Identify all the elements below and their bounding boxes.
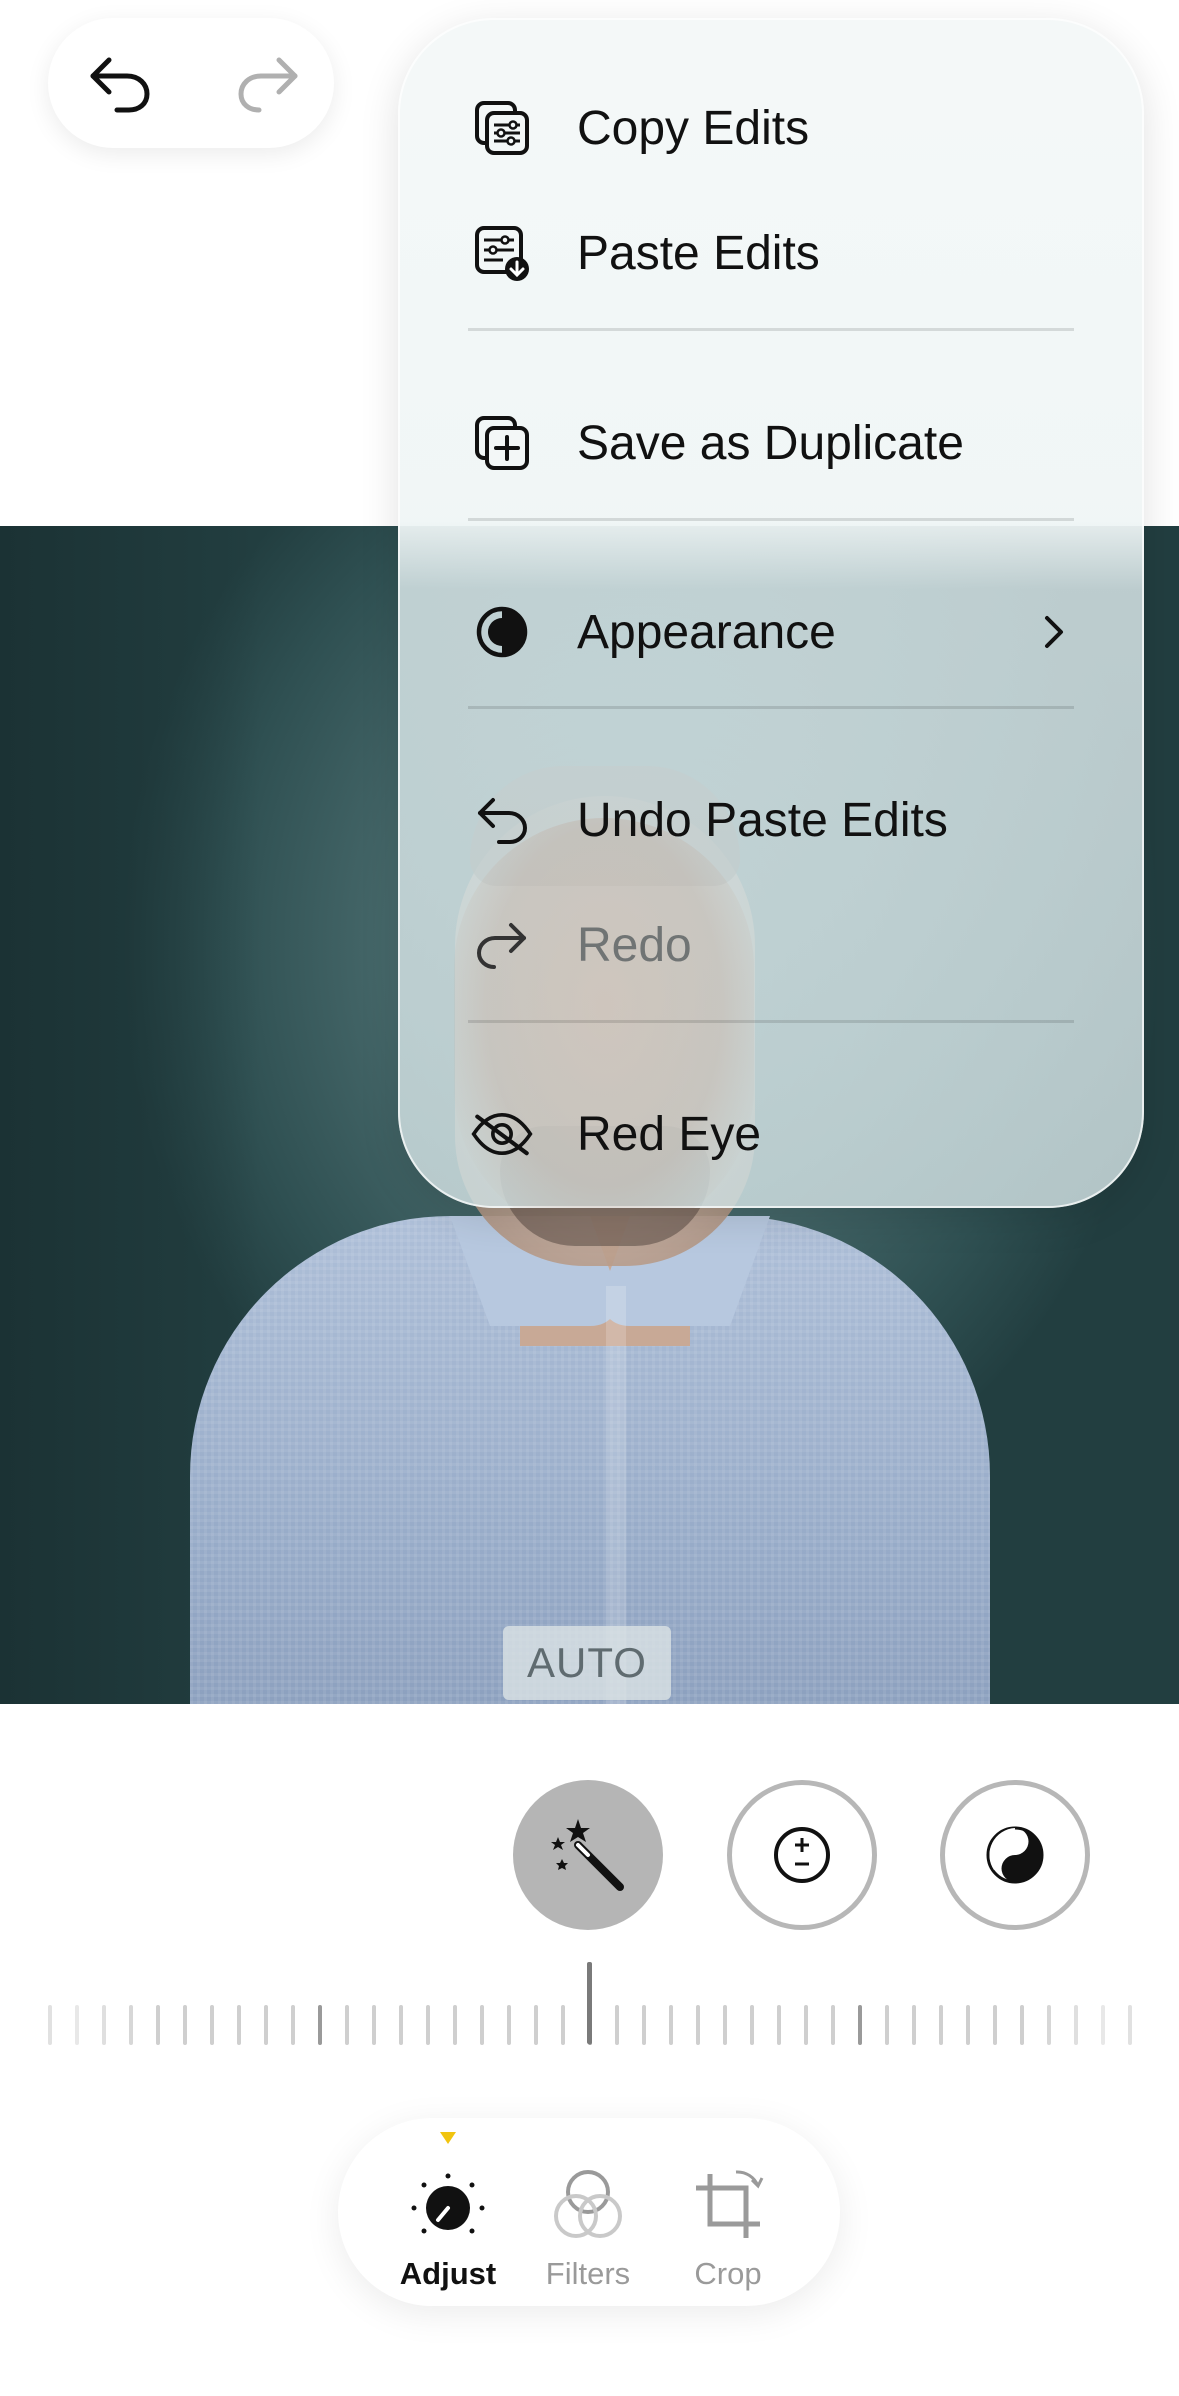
slider-tick (966, 2005, 970, 2045)
tab-label: Adjust (399, 2256, 497, 2291)
slider-tick (723, 2005, 727, 2045)
menu-separator (468, 706, 1074, 709)
yin-yang-icon (986, 1826, 1044, 1884)
menu-separator (468, 1020, 1074, 1023)
menu-item-appearance[interactable]: Appearance (398, 577, 1144, 687)
tab-adjust[interactable]: Adjust (388, 2138, 508, 2291)
slider-tick (399, 2005, 403, 2045)
menu-item-label: Appearance (577, 605, 836, 659)
tab-label: Filters (545, 2256, 631, 2291)
tab-crop[interactable]: Crop (668, 2138, 788, 2291)
slider-tick (696, 2005, 700, 2045)
auto-enhance-button[interactable] (513, 1780, 663, 1930)
slider-tick (480, 2005, 484, 2045)
slider-tick (993, 2005, 997, 2045)
undo-arrow-icon (90, 57, 150, 113)
adjust-dial-icon (411, 2173, 485, 2234)
paste-edits-icon (470, 221, 534, 285)
slider-tick (1047, 2005, 1051, 2045)
slider-tick (804, 2005, 808, 2045)
menu-item-save-as-duplicate[interactable]: Save as Duplicate (398, 388, 1144, 498)
edit-mode-tab-bar: Adjust Filters Crop (338, 2118, 840, 2306)
undo-redo-capsule (48, 18, 334, 148)
magic-wand-icon (551, 1819, 624, 1891)
filters-circles-icon (554, 2170, 622, 2238)
slider-tick (777, 2005, 781, 2045)
slider-tick (858, 2005, 862, 2045)
tab-filters[interactable]: Filters (528, 2138, 648, 2291)
half-circle-icon (470, 600, 534, 664)
slider-tick (561, 2005, 565, 2045)
slider-tick (372, 2005, 376, 2045)
slider-tick (264, 2005, 268, 2045)
undo-button[interactable] (80, 43, 160, 123)
slider-tick (345, 2005, 349, 2045)
plus-minus-icon (774, 1827, 830, 1883)
undo-arrow-icon (470, 788, 534, 852)
menu-separator (468, 518, 1074, 521)
duplicate-plus-icon (470, 411, 534, 475)
redo-arrow-icon (238, 57, 298, 113)
auto-badge: AUTO (503, 1626, 671, 1700)
slider-center-marker (587, 1962, 592, 2044)
slider-tick (102, 2005, 106, 2045)
slider-tick (75, 2005, 79, 2045)
chevron-right-icon (1034, 602, 1074, 662)
menu-item-red-eye[interactable]: Red Eye (398, 1079, 1144, 1189)
slider-tick (669, 2005, 673, 2045)
menu-item-redo[interactable]: Redo (398, 890, 1144, 1000)
copy-edits-icon (470, 96, 534, 160)
slider-tick (129, 2005, 133, 2045)
menu-item-label: Copy Edits (577, 101, 810, 155)
edit-options-menu: Copy Edits Paste Edits Save as Duplicate… (398, 18, 1144, 1208)
slider-tick (1101, 2005, 1105, 2045)
brilliance-button[interactable] (940, 1780, 1090, 1930)
slider-tick (426, 2005, 430, 2045)
redo-button[interactable] (228, 43, 308, 123)
slider-tick (750, 2005, 754, 2045)
slider-tick (183, 2005, 187, 2045)
menu-item-label: Paste Edits (577, 226, 820, 280)
menu-item-copy-edits[interactable]: Copy Edits (398, 73, 1144, 183)
slider-tick (534, 2005, 538, 2045)
slider-tick (291, 2005, 295, 2045)
slider-tick (48, 2005, 52, 2045)
slider-tick (831, 2005, 835, 2045)
exposure-button[interactable] (727, 1780, 877, 1930)
menu-item-undo-paste-edits[interactable]: Undo Paste Edits (398, 765, 1144, 875)
slider-tick (1020, 2005, 1024, 2045)
redo-arrow-icon (470, 913, 534, 977)
menu-item-label: Redo (577, 918, 692, 972)
slider-tick (885, 2005, 889, 2045)
menu-item-label: Undo Paste Edits (577, 793, 948, 847)
slider-tick (318, 2005, 322, 2045)
slider-tick (237, 2005, 241, 2045)
menu-item-paste-edits[interactable]: Paste Edits (398, 198, 1144, 308)
slider-tick (939, 2005, 943, 2045)
eye-slash-icon (470, 1102, 534, 1166)
menu-item-label: Save as Duplicate (577, 416, 964, 470)
menu-separator (468, 328, 1074, 331)
crop-rotate-icon (696, 2170, 764, 2238)
slider-tick (642, 2005, 646, 2045)
slider-tick (912, 2005, 916, 2045)
slider-tick (210, 2005, 214, 2045)
adjustment-slider[interactable] (48, 2005, 1138, 2045)
slider-tick (507, 2005, 511, 2045)
slider-tick (615, 2005, 619, 2045)
slider-tick (1128, 2005, 1132, 2045)
slider-tick (453, 2005, 457, 2045)
tab-label: Crop (694, 2256, 762, 2291)
slider-tick (156, 2005, 160, 2045)
menu-item-label: Red Eye (577, 1107, 762, 1161)
slider-tick (1074, 2005, 1078, 2045)
